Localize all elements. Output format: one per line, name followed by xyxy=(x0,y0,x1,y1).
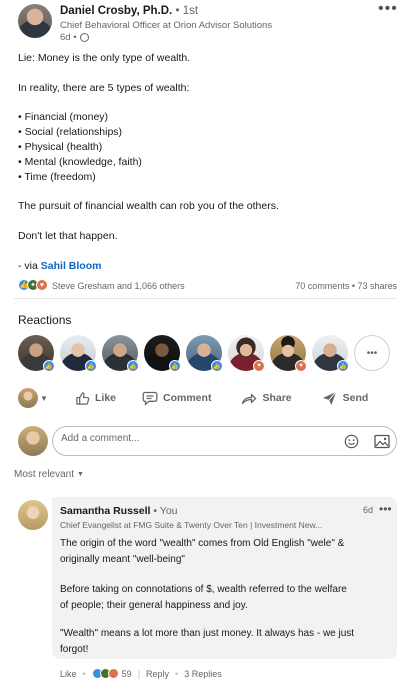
commenter-headline: Chief Evangelist at FMG Suite & Twenty O… xyxy=(60,520,323,530)
post-via: - via Sahil Bloom xyxy=(18,260,101,272)
like-label: Like xyxy=(95,392,117,404)
comment-actions: Like • 59 | Reply • 3 Replies xyxy=(60,668,222,679)
love-reaction-icon xyxy=(107,668,119,679)
author-name[interactable]: Daniel Crosby, Ph.D. • 1st xyxy=(60,5,198,17)
separator: | xyxy=(137,668,141,679)
author-name-text[interactable]: Daniel Crosby, Ph.D. xyxy=(60,5,172,17)
reactor-avatar[interactable]: ♥ xyxy=(270,335,307,372)
post-timestamp: 6d • xyxy=(60,32,89,43)
comment-like-button[interactable]: Like xyxy=(60,669,77,679)
separator: • xyxy=(175,668,179,679)
you-label: • You xyxy=(153,505,178,517)
avatar xyxy=(18,388,38,408)
comment-sort-dropdown[interactable]: Most relevant ▼ xyxy=(14,469,84,480)
post-line: In reality, there are 5 types of wealth: xyxy=(18,82,190,94)
like-icon: 👍 xyxy=(85,360,97,372)
reaction-summary-icons[interactable]: 👍 ✦ ♥ xyxy=(18,279,48,291)
comment-line: originally meant "well-being" xyxy=(60,554,185,565)
globe-icon xyxy=(79,33,89,42)
post-action-bar: ▼ Like Comment Share Send xyxy=(18,386,393,410)
like-icon: 👍 xyxy=(337,360,349,372)
reactor-avatar[interactable]: 👍 xyxy=(18,335,55,372)
comment-reaction-count[interactable]: 59 xyxy=(122,669,132,679)
current-user-avatar xyxy=(18,426,48,456)
post-more-menu-button[interactable]: ••• xyxy=(378,0,398,18)
comment-button[interactable]: Comment xyxy=(142,390,211,406)
post-line: • Financial (money) xyxy=(18,111,109,123)
caret-down-icon: ▼ xyxy=(77,471,84,478)
like-icon: 👍 xyxy=(127,360,139,372)
reactor-avatars: 👍 👍 👍 👍 👍 ♥ ♥ 👍 ••• xyxy=(18,335,390,372)
reactor-avatar[interactable]: 👍 xyxy=(144,335,181,372)
comment-line: forgot! xyxy=(60,644,89,655)
comment-line: Before taking on connotations of $, weal… xyxy=(60,584,347,595)
author-avatar[interactable] xyxy=(18,4,52,38)
post-line: • Mental (knowledge, faith) xyxy=(18,156,142,168)
post-line: Don't let that happen. xyxy=(18,230,118,242)
commenter-avatar[interactable] xyxy=(18,500,48,530)
commenter-name[interactable]: Samantha Russell • You xyxy=(60,505,178,517)
like-icon: 👍 xyxy=(169,360,181,372)
reactor-avatar[interactable]: 👍 xyxy=(102,335,139,372)
share-button[interactable]: Share xyxy=(241,390,292,406)
reactor-avatar[interactable]: 👍 xyxy=(186,335,223,372)
reactors-summary[interactable]: Steve Gresham and 1,066 others xyxy=(52,281,185,291)
like-button[interactable]: Like xyxy=(74,390,116,406)
via-prefix: - via xyxy=(18,260,41,272)
comment-label: Comment xyxy=(163,392,212,404)
like-icon: 👍 xyxy=(43,360,55,372)
separator: • xyxy=(82,668,86,679)
mention-link[interactable]: Sahil Bloom xyxy=(41,260,102,272)
sort-label: Most relevant xyxy=(14,469,75,480)
comment-composer xyxy=(52,426,397,456)
emoji-icon[interactable] xyxy=(344,434,359,449)
send-icon xyxy=(322,390,338,406)
commenter-name-text[interactable]: Samantha Russell xyxy=(60,505,150,517)
view-replies-link[interactable]: 3 Replies xyxy=(184,669,222,679)
comment-line: "Wealth" means a lot more than just mone… xyxy=(60,628,355,639)
more-reactors-button[interactable]: ••• xyxy=(354,335,390,371)
chevron-down-icon: ▼ xyxy=(40,393,48,403)
reactions-heading: Reactions xyxy=(18,313,72,327)
connection-degree: • 1st xyxy=(175,5,199,17)
comment-line: of people; their general happiness and j… xyxy=(60,600,248,611)
thumbs-up-icon xyxy=(74,390,90,406)
image-icon[interactable] xyxy=(374,434,390,449)
send-button[interactable]: Send xyxy=(322,390,369,406)
love-icon: ♥ xyxy=(253,360,265,372)
send-label: Send xyxy=(342,392,369,404)
author-title: Chief Behavioral Officer at Orion Adviso… xyxy=(60,20,273,31)
love-reaction-icon: ♥ xyxy=(36,279,48,291)
reactor-avatar[interactable]: ♥ xyxy=(228,335,265,372)
post-line: Lie: Money is the only type of wealth. xyxy=(18,52,191,64)
post-time-text: 6d • xyxy=(60,32,77,43)
like-icon: 👍 xyxy=(211,360,223,372)
post-line: • Time (freedom) xyxy=(18,171,96,183)
share-label: Share xyxy=(262,392,292,404)
reaction-identity-selector[interactable]: ▼ xyxy=(18,388,68,408)
comment-line: The origin of the word "wealth" comes fr… xyxy=(60,538,345,549)
comment-reaction-icons[interactable] xyxy=(91,668,119,679)
post-line: • Physical (health) xyxy=(18,141,103,153)
divider xyxy=(14,298,397,299)
comment-icon xyxy=(142,390,158,406)
reactor-avatar[interactable]: 👍 xyxy=(60,335,97,372)
comment-input[interactable] xyxy=(61,433,321,444)
comment-reply-button[interactable]: Reply xyxy=(146,669,169,679)
comments-shares-count[interactable]: 70 comments • 73 shares xyxy=(295,281,397,291)
comment-timestamp: 6d xyxy=(363,505,374,515)
post-line: • Social (relationships) xyxy=(18,126,123,138)
post-line: The pursuit of financial wealth can rob … xyxy=(18,200,279,212)
reactor-avatar[interactable]: 👍 xyxy=(312,335,349,372)
share-arrow-icon xyxy=(241,390,257,406)
love-icon: ♥ xyxy=(295,360,307,372)
comment-more-menu-button[interactable]: ••• xyxy=(379,502,392,516)
